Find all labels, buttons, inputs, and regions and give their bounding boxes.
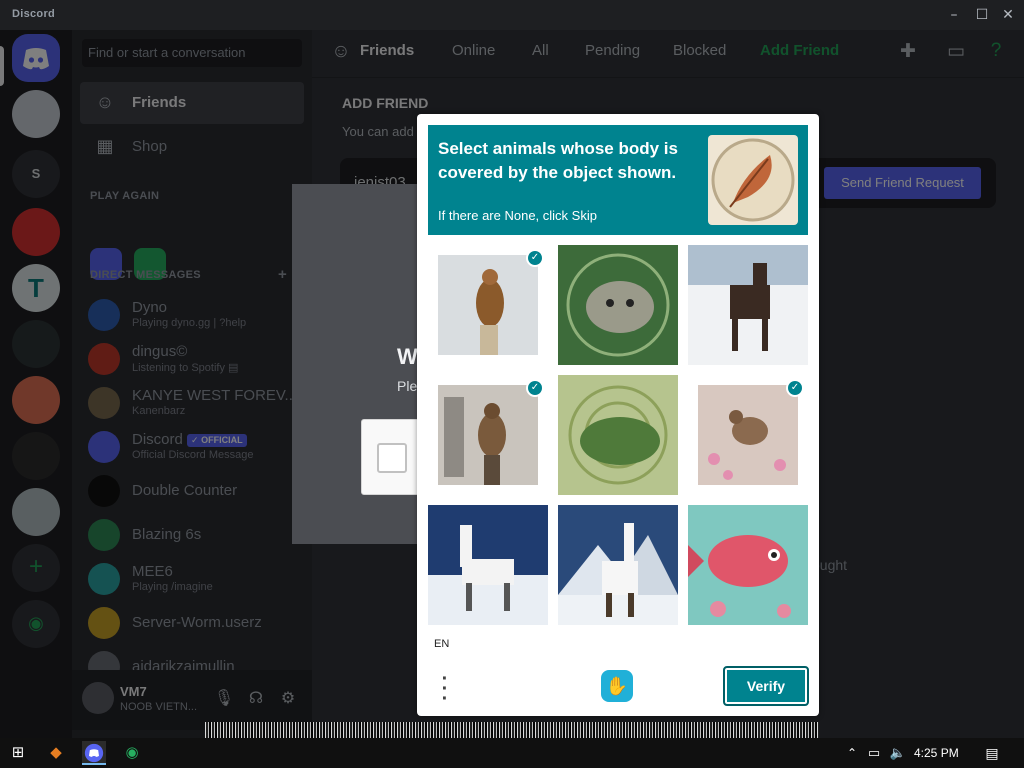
volume-icon[interactable]: 🔈 [886, 741, 910, 765]
modal-text: Ple [397, 378, 418, 394]
captcha-tile[interactable] [558, 375, 678, 495]
chevron-up-icon[interactable]: ⌃ [840, 741, 864, 765]
taskbar: ⊞ ◆ ◉ ⌃ ▭ 🔈 4:25 PM ▤ [0, 738, 1024, 768]
hcaptcha-logo-icon: ✋ [601, 670, 633, 702]
example-image [708, 135, 798, 225]
selected-check-icon: ✓ [526, 379, 544, 397]
captcha-tile[interactable]: ✓ [428, 245, 548, 365]
captcha-prompt: Select animals whose body is covered by … [428, 125, 808, 235]
llama-image [428, 505, 548, 625]
captcha-question: Select animals whose body is covered by … [438, 139, 678, 182]
network-icon[interactable]: ▭ [862, 741, 886, 765]
menu-dots-icon[interactable]: · · · [437, 669, 453, 709]
captcha-tile[interactable] [688, 505, 808, 625]
captcha-tile[interactable] [428, 505, 548, 625]
captcha-tile[interactable] [688, 245, 808, 365]
app-icon[interactable]: ◉ [120, 741, 144, 765]
captcha-tile[interactable]: ✓ [688, 375, 808, 495]
close-button[interactable]: ✕ [998, 5, 1018, 25]
horse-image [688, 245, 808, 365]
start-icon[interactable]: ⊞ [6, 741, 30, 765]
firefox-icon[interactable]: ◆ [44, 741, 68, 765]
maximize-button[interactable]: ☐ [972, 5, 992, 25]
noise-strip [205, 722, 819, 738]
captcha-tile[interactable]: ✓ [428, 375, 548, 495]
notifications-icon[interactable]: ▤ [980, 741, 1004, 765]
selected-check-icon: ✓ [526, 249, 544, 267]
captcha-hint: If there are None, click Skip [438, 208, 597, 223]
captcha-checkbox[interactable] [377, 443, 407, 473]
fish-image [688, 505, 808, 625]
frog-image [558, 375, 678, 495]
captcha-tile[interactable] [558, 505, 678, 625]
minimize-button[interactable]: – [944, 5, 964, 25]
feather-icon [711, 138, 795, 222]
captcha-tile[interactable] [558, 245, 678, 365]
verification-modal: W Ple [292, 184, 432, 544]
selected-check-icon: ✓ [786, 379, 804, 397]
window-titlebar: Discord – ☐ ✕ [0, 0, 1024, 30]
language-selector[interactable]: EN [434, 638, 449, 650]
cat-image [558, 245, 678, 365]
llama-mountain-image [558, 505, 678, 625]
verify-button[interactable]: Verify [723, 666, 809, 706]
taskbar-clock[interactable]: 4:25 PM [914, 746, 959, 760]
app-title: Discord [12, 8, 56, 20]
discord-logo-icon [84, 743, 104, 763]
modal-heading: W [397, 344, 418, 369]
discord-taskbar-icon[interactable] [82, 741, 106, 765]
captcha-challenge: Select animals whose body is covered by … [417, 114, 819, 716]
